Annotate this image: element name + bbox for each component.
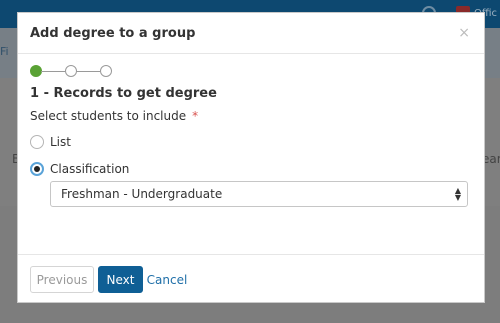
classification-select-value: Freshman - Undergraduate [61,187,223,201]
classification-select[interactable]: Freshman - Undergraduate ▲ ▼ [50,181,468,207]
add-degree-dialog: Add degree to a group × 1 - Records to g… [17,12,485,303]
cancel-button[interactable]: Cancel [147,266,188,293]
dialog-header: Add degree to a group × [18,13,484,54]
step-connector [76,71,100,72]
background-link: Fi [0,45,9,58]
dialog-footer: Previous Next Cancel [18,254,484,303]
previous-button[interactable]: Previous [30,266,94,293]
list-radio-label[interactable]: List [50,135,71,149]
step-heading: 1 - Records to get degree [30,86,217,101]
option-list-row[interactable]: List [30,133,71,151]
students-field-label: Select students to include * [30,109,198,123]
classification-radio[interactable] [30,162,44,176]
close-icon[interactable]: × [458,25,470,41]
wizard-stepper [30,65,120,79]
next-button[interactable]: Next [98,266,143,293]
classification-radio-label[interactable]: Classification [50,162,129,176]
field-label-text: Select students to include [30,109,187,123]
select-arrows-icon: ▲ ▼ [454,186,461,202]
option-classification-row[interactable]: Classification [30,160,129,178]
dialog-title: Add degree to a group [30,26,196,41]
step-3-indicator [100,65,112,77]
required-mark: * [192,109,199,123]
step-connector [41,71,65,72]
list-radio[interactable] [30,135,44,149]
